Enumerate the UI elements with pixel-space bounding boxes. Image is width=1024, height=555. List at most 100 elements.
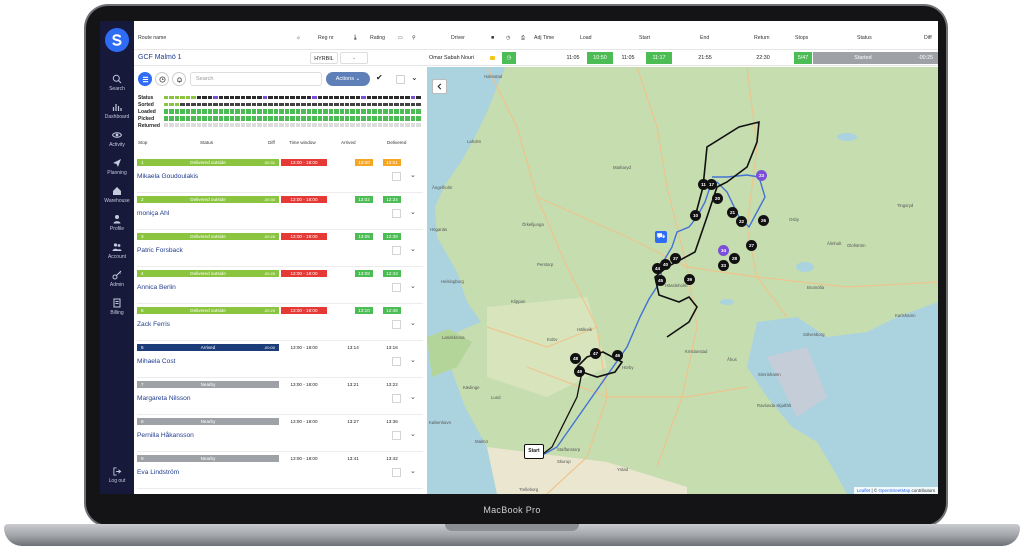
stop-marker[interactable]: 17 bbox=[706, 179, 717, 190]
search-input[interactable]: Search bbox=[190, 72, 322, 86]
actions-dropdown[interactable]: Actions ⌄ bbox=[326, 72, 370, 86]
customer-name[interactable]: Margareta Nilsson bbox=[137, 395, 191, 402]
customer-name[interactable]: Annica Berlin bbox=[137, 284, 176, 291]
rating-field[interactable]: - bbox=[340, 52, 368, 64]
printer-icon: ⎙ bbox=[521, 35, 526, 41]
truck-icon[interactable]: ⛟ bbox=[655, 231, 667, 243]
stop-marker[interactable]: 46 bbox=[612, 350, 623, 361]
stop-marker[interactable]: 45 bbox=[655, 275, 666, 286]
stop-marker[interactable]: 39 bbox=[684, 274, 695, 285]
stop-marker[interactable]: 44 bbox=[652, 263, 663, 274]
reg-nr-field[interactable]: HYRBIL bbox=[310, 52, 338, 64]
customer-name[interactable]: Pernilla Håkansson bbox=[137, 432, 194, 439]
map-place-label: Markaryd bbox=[613, 165, 631, 170]
stop-marker[interactable]: 37 bbox=[670, 253, 681, 264]
stop-checkbox[interactable] bbox=[392, 468, 401, 477]
customer-name[interactable]: Mikaela Goudoulakis bbox=[137, 173, 198, 180]
chevron-down-icon[interactable]: ⌄ bbox=[410, 467, 416, 475]
stop-row[interactable]: 3 Delivered outside -00:28 13:00 - 18:00 13:… bbox=[134, 233, 427, 270]
stop-marker[interactable]: 33 bbox=[718, 260, 729, 271]
comment-toggle-icon[interactable] bbox=[404, 52, 413, 64]
notifications-button[interactable] bbox=[172, 72, 186, 86]
route-name[interactable]: GCF Malmö 1 bbox=[138, 52, 182, 64]
customer-name[interactable]: Eva Lindström bbox=[137, 469, 179, 476]
stop-marker[interactable]: 48 bbox=[570, 353, 581, 364]
sidebar-item-label: Account bbox=[107, 254, 127, 260]
sidebar-item-search[interactable]: Search bbox=[100, 74, 134, 92]
sea-west bbox=[427, 67, 505, 494]
stop-marker[interactable]: 27 bbox=[746, 240, 757, 251]
logout-button[interactable]: Log out bbox=[100, 467, 134, 484]
stop-row[interactable]: 2 Delivered outside -00:30 13:00 - 18:00 13:… bbox=[134, 196, 427, 233]
stop-marker[interactable]: 49 bbox=[574, 366, 585, 377]
stop-marker[interactable]: 34 bbox=[718, 245, 729, 256]
stop-row[interactable]: 7 Nearby 13:00 - 18:00 13:21 13:22 Margareta … bbox=[134, 381, 427, 418]
time-window: 13:00 - 18:00 bbox=[290, 456, 318, 461]
stop-checkbox[interactable] bbox=[392, 246, 401, 255]
osm-link[interactable]: OpenStreetMap bbox=[878, 488, 910, 493]
adj-time[interactable]: 11:05 bbox=[562, 52, 584, 64]
sidebar-item-warehouse[interactable]: Warehouse bbox=[100, 186, 134, 204]
stop-checkbox[interactable] bbox=[392, 283, 401, 292]
sidebar-item-account[interactable]: Account bbox=[100, 242, 134, 260]
chevron-down-icon[interactable]: ⌄ bbox=[410, 319, 416, 327]
divider bbox=[137, 377, 423, 378]
chevron-down-icon[interactable]: ⌄ bbox=[410, 245, 416, 253]
divider bbox=[137, 414, 423, 415]
stop-diff: -00:26 bbox=[263, 271, 275, 276]
collapse-panel-button[interactable] bbox=[432, 79, 447, 94]
clock-status-icon[interactable]: ◷ bbox=[502, 52, 516, 64]
stop-marker[interactable]: 22 bbox=[736, 216, 747, 227]
sidebar-item-dashboard[interactable]: Dashboard bbox=[100, 102, 134, 120]
stop-checkbox[interactable] bbox=[392, 172, 401, 181]
stop-checkbox[interactable] bbox=[392, 431, 401, 440]
route-map[interactable]: Halmstad Laholm Ängelholm Höganäs Helsingbor… bbox=[427, 67, 938, 494]
customer-name[interactable]: Patric Forsback bbox=[137, 247, 183, 254]
sidebar-item-billing[interactable]: Billing bbox=[100, 298, 134, 316]
stop-marker[interactable]: 47 bbox=[590, 348, 601, 359]
check-all-icon[interactable]: ✔ bbox=[376, 73, 383, 82]
chevron-down-icon[interactable]: ⌄ bbox=[410, 356, 416, 364]
stop-row[interactable]: 4 Delivered outside -00:26 13:00 - 18:00 13:… bbox=[134, 270, 427, 307]
driver-name[interactable]: Omar Sabah Nouri bbox=[429, 52, 474, 64]
sidebar-item-profile[interactable]: Profile bbox=[100, 214, 134, 232]
stop-marker[interactable]: 20 bbox=[712, 193, 723, 204]
stop-checkbox[interactable] bbox=[392, 357, 401, 366]
stop-marker[interactable]: 26 bbox=[758, 215, 769, 226]
stop-marker[interactable]: 10 bbox=[690, 210, 701, 221]
camera-icon: ■ bbox=[491, 35, 495, 41]
stop-row[interactable]: 9 Nearby 13:00 - 18:00 13:41 13:42 Eva Lindst… bbox=[134, 455, 427, 492]
stop-row[interactable]: 6 Arrived -00:00 13:00 - 18:00 13:14 13:16 Mih… bbox=[134, 344, 427, 381]
stop-marker[interactable]: 21 bbox=[727, 207, 738, 218]
customer-name[interactable]: Zack Ferris bbox=[137, 321, 170, 328]
app-logo[interactable] bbox=[105, 28, 129, 52]
time-filter-button[interactable] bbox=[155, 72, 169, 86]
sidebar-item-activity[interactable]: Activity bbox=[100, 130, 134, 148]
sidebar-item-admin[interactable]: Admin bbox=[100, 270, 134, 288]
chevron-down-icon[interactable]: ⌄ bbox=[410, 393, 416, 401]
stop-marker[interactable]: 28 bbox=[729, 253, 740, 264]
chevron-down-icon[interactable]: ⌄ bbox=[411, 73, 418, 82]
list-view-button[interactable] bbox=[138, 72, 152, 86]
customer-name[interactable]: Mihaela Cost bbox=[137, 358, 175, 365]
chevron-down-icon[interactable]: ⌄ bbox=[410, 282, 416, 290]
stop-row[interactable]: 5 Delivered outside -00:25 13:00 - 18:00 13:… bbox=[134, 307, 427, 344]
leaflet-link[interactable]: Leaflet bbox=[857, 488, 871, 493]
stop-checkbox[interactable] bbox=[392, 394, 401, 403]
stop-row[interactable]: 1 Delivered outside -00:31 13:00 - 18:00 13:… bbox=[134, 159, 427, 196]
route-start-marker[interactable]: Start bbox=[524, 444, 544, 459]
clock-icon: ◷ bbox=[506, 35, 511, 41]
chevron-down-icon[interactable]: ⌄ bbox=[410, 171, 416, 179]
sidebar-item-planning[interactable]: Planning bbox=[100, 158, 134, 176]
customer-name[interactable]: moniça Ahl bbox=[137, 210, 169, 217]
map-place-label: Ystad bbox=[617, 467, 628, 472]
sun-icon: ☼ bbox=[296, 35, 301, 41]
chevron-down-icon[interactable]: ⌄ bbox=[410, 208, 416, 216]
chevron-down-icon[interactable]: ⌄ bbox=[410, 430, 416, 438]
stop-checkbox[interactable] bbox=[392, 209, 401, 218]
route-row[interactable]: GCF Malmö 1 HYRBIL - Omar Sabah Nouri ◷ … bbox=[134, 49, 938, 66]
stop-marker[interactable]: 23 bbox=[756, 170, 767, 181]
stop-row[interactable]: 8 Nearby 13:00 - 18:00 13:27 13:36 Pernilla H… bbox=[134, 418, 427, 455]
select-all-checkbox[interactable] bbox=[396, 75, 405, 84]
stop-checkbox[interactable] bbox=[392, 320, 401, 329]
